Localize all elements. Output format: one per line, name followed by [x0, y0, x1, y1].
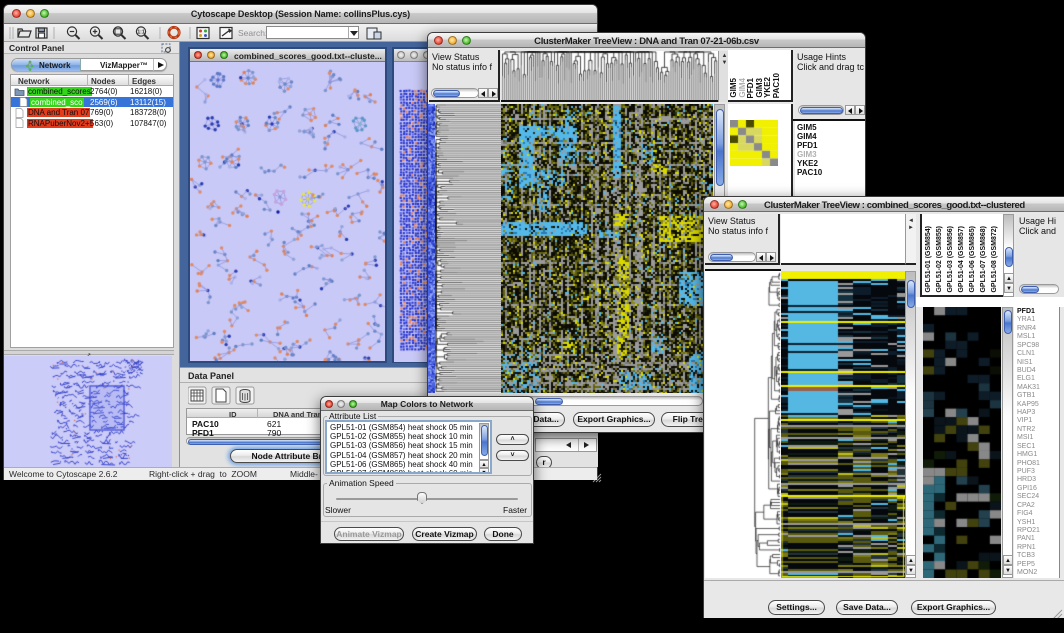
svg-text:1:1: 1:1	[137, 30, 144, 36]
